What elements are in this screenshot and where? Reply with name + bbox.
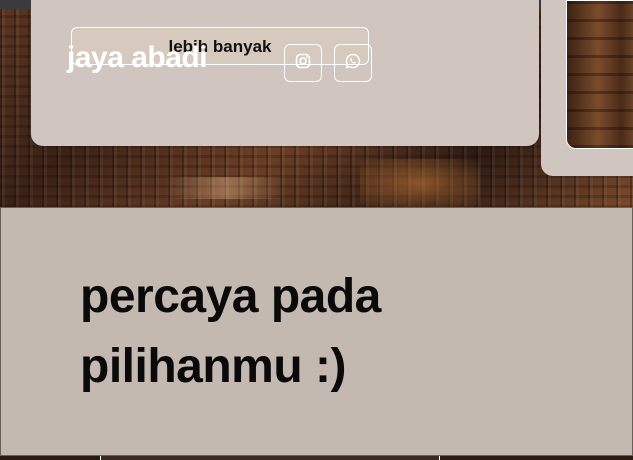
brand-logo[interactable]: jaya abadi xyxy=(67,41,208,75)
hero-headline: percaya pada pilihanmu :) xyxy=(80,262,560,402)
product-image[interactable] xyxy=(566,0,633,149)
instagram-button[interactable] xyxy=(284,44,322,82)
whatsapp-icon xyxy=(345,53,361,73)
headline-line-1: percaya pada xyxy=(80,270,381,323)
headline-line-2: pilihanmu :) xyxy=(80,340,346,393)
bottom-images-strip xyxy=(0,456,633,460)
whatsapp-button[interactable] xyxy=(334,44,372,82)
instagram-icon xyxy=(295,53,311,73)
